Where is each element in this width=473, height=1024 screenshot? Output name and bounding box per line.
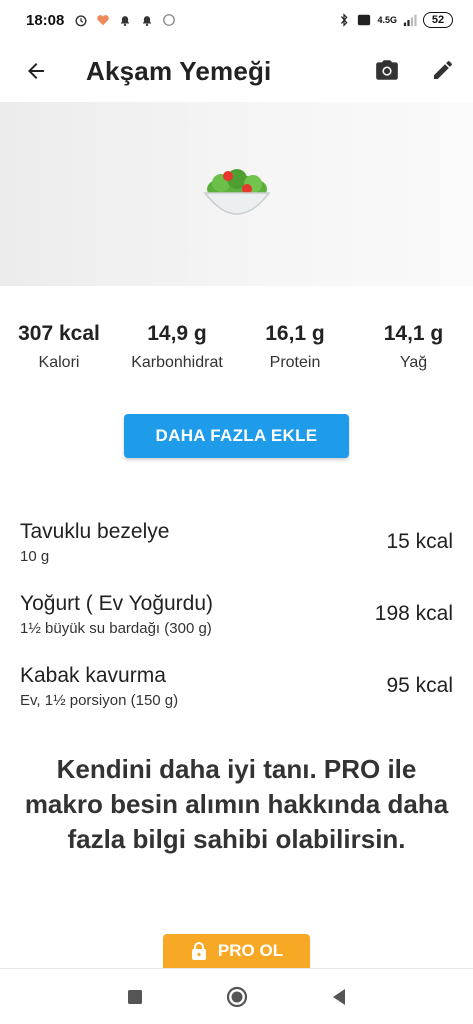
add-more-button[interactable]: DAHA FAZLA EKLE xyxy=(124,414,349,458)
macro-fat: 14,1 g Yağ xyxy=(354,322,473,372)
recent-apps-button[interactable] xyxy=(119,981,151,1013)
food-kcal: 198 kcal xyxy=(374,602,453,625)
circle-status-icon xyxy=(163,14,176,26)
pencil-icon xyxy=(434,60,452,79)
status-notification-icons xyxy=(74,13,176,27)
macro-summary: 307 kcal Kalori 14,9 g Karbonhidrat 16,1… xyxy=(0,322,473,372)
square-icon xyxy=(127,989,142,1004)
macro-carbs: 14,9 g Karbonhidrat xyxy=(118,322,236,372)
food-item[interactable]: Yoğurt ( Ev Yoğurdu) 1½ büyük su bardağı… xyxy=(0,578,473,650)
volte-icon xyxy=(358,14,371,26)
macro-protein: 16,1 g Protein xyxy=(236,322,354,372)
home-button[interactable] xyxy=(221,981,253,1013)
health-heart-icon xyxy=(97,15,110,26)
salad-bowl-icon xyxy=(202,169,271,215)
triangle-back-icon xyxy=(332,988,345,1005)
network-type: 4.5G xyxy=(377,15,397,25)
status-system-icons: 4.5G 52 xyxy=(337,12,453,28)
macro-label: Karbonhidrat xyxy=(131,354,223,371)
macro-calories: 307 kcal Kalori xyxy=(0,322,118,372)
signal-icon xyxy=(403,14,417,27)
back-nav-button[interactable] xyxy=(323,981,355,1013)
food-detail: 10 g xyxy=(20,547,50,565)
macro-label: Yağ xyxy=(399,354,428,371)
status-bar: 18:08 4.5G 52 xyxy=(0,0,473,40)
lock-icon xyxy=(191,942,206,960)
food-kcal: 95 kcal xyxy=(386,674,453,697)
macro-value: 14,9 g xyxy=(147,322,207,345)
macro-label: Protein xyxy=(269,354,321,371)
food-info: Yoğurt ( Ev Yoğurdu) 1½ büyük su bardağı… xyxy=(20,592,213,637)
food-name: Kabak kavurma xyxy=(20,663,166,687)
bluetooth-icon xyxy=(341,13,348,27)
bell-icon xyxy=(121,16,130,26)
macro-label: Kalori xyxy=(38,354,80,371)
camera-button[interactable] xyxy=(370,53,404,87)
bell-icon xyxy=(143,16,152,26)
food-detail: Ev, 1½ porsiyon (150 g) xyxy=(20,691,179,709)
food-name: Yoğurt ( Ev Yoğurdu) xyxy=(20,591,214,615)
alarm-icon xyxy=(75,15,87,27)
macro-value: 307 kcal xyxy=(18,322,100,345)
battery-indicator: 52 xyxy=(423,12,453,28)
food-detail: 1½ büyük su bardağı (300 g) xyxy=(20,619,212,637)
page-title: Akşam Yemeği xyxy=(86,55,272,86)
app-bar: Akşam Yemeği xyxy=(0,40,473,102)
edit-button[interactable] xyxy=(426,53,460,87)
home-circle-icon xyxy=(226,986,247,1007)
status-time: 18:08 xyxy=(26,11,65,29)
pro-button-label: PRO OL xyxy=(217,941,284,960)
meal-image xyxy=(0,102,473,286)
food-info: Tavuklu bezelye 10 g xyxy=(20,520,169,565)
back-button[interactable] xyxy=(18,53,54,89)
pro-button[interactable]: PRO OL xyxy=(163,934,310,968)
system-nav-bar xyxy=(0,968,473,1024)
food-item[interactable]: Kabak kavurma Ev, 1½ porsiyon (150 g) 95… xyxy=(0,650,473,722)
food-kcal: 15 kcal xyxy=(386,530,453,553)
macro-value: 14,1 g xyxy=(383,322,444,345)
food-info: Kabak kavurma Ev, 1½ porsiyon (150 g) xyxy=(20,664,178,709)
arrow-left-icon xyxy=(28,63,44,79)
food-list: Tavuklu bezelye 10 g 15 kcal Yoğurt ( Ev… xyxy=(0,506,473,722)
food-name: Tavuklu bezelye xyxy=(20,519,170,543)
pro-promo-text: Kendini daha iyi tanı. PRO ile makro bes… xyxy=(24,754,449,854)
macro-value: 16,1 g xyxy=(265,322,325,345)
camera-icon xyxy=(376,60,398,80)
food-item[interactable]: Tavuklu bezelye 10 g 15 kcal xyxy=(0,506,473,578)
